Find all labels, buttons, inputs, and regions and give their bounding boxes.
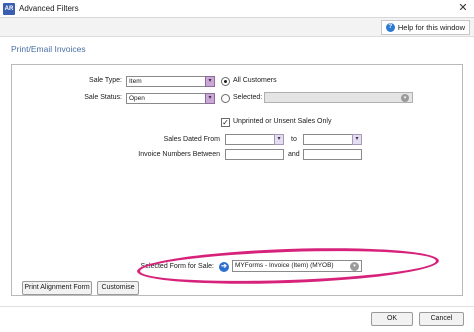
sale-status-label: Sale Status:: [84, 94, 122, 101]
invoice-number-to-input[interactable]: [303, 149, 362, 160]
customise-button[interactable]: Customise: [97, 281, 139, 295]
chevron-down-icon[interactable]: ▾: [205, 76, 215, 87]
selected-customers-label: Selected:: [233, 94, 263, 101]
unprinted-label: Unprinted or Unsent Sales Only: [233, 118, 332, 125]
cancel-button[interactable]: Cancel: [419, 312, 464, 326]
section-title: Print/Email Invoices: [11, 44, 86, 54]
help-bar: ? Help for this window: [0, 18, 474, 37]
sale-type-select[interactable]: Item ▾: [126, 76, 215, 87]
help-button-label: Help for this window: [397, 23, 465, 32]
calendar-dropdown-icon[interactable]: ▾: [274, 134, 284, 145]
sales-dated-from-label: Sales Dated From: [163, 136, 220, 143]
chevron-down-icon[interactable]: ▾: [205, 93, 215, 104]
sales-dated-to-field[interactable]: ▾: [303, 134, 362, 145]
invoice-numbers-label: Invoice Numbers Between: [138, 151, 220, 158]
sale-status-value: Open: [129, 95, 145, 102]
window-title: Advanced Filters: [19, 4, 79, 13]
help-button[interactable]: ? Help for this window: [380, 20, 470, 35]
help-icon: ?: [385, 23, 395, 32]
chevron-down-icon[interactable]: ▾: [401, 94, 409, 102]
title-bar: AR Advanced Filters ✕: [0, 0, 474, 18]
close-button[interactable]: ✕: [452, 0, 474, 17]
all-customers-label: All Customers: [233, 77, 277, 84]
and-label: and: [288, 151, 300, 158]
print-alignment-form-button[interactable]: Print Alignment Form: [22, 281, 92, 295]
ok-button[interactable]: OK: [371, 312, 413, 326]
sale-type-label: Sale Type:: [89, 77, 122, 84]
all-customers-radio[interactable]: [221, 77, 230, 86]
sale-type-value: Item: [129, 78, 142, 85]
selected-customers-select[interactable]: ▾: [264, 92, 413, 103]
close-icon: ✕: [458, 2, 468, 14]
selected-customers-radio[interactable]: [221, 94, 230, 103]
sale-status-select[interactable]: Open ▾: [126, 93, 215, 104]
unprinted-checkbox[interactable]: ✓: [221, 118, 230, 127]
invoice-number-from-input[interactable]: [225, 149, 284, 160]
app-icon: AR: [3, 3, 15, 15]
calendar-dropdown-icon[interactable]: ▾: [352, 134, 362, 145]
sales-dated-from-field[interactable]: ▾: [225, 134, 284, 145]
to-label: to: [291, 136, 297, 143]
